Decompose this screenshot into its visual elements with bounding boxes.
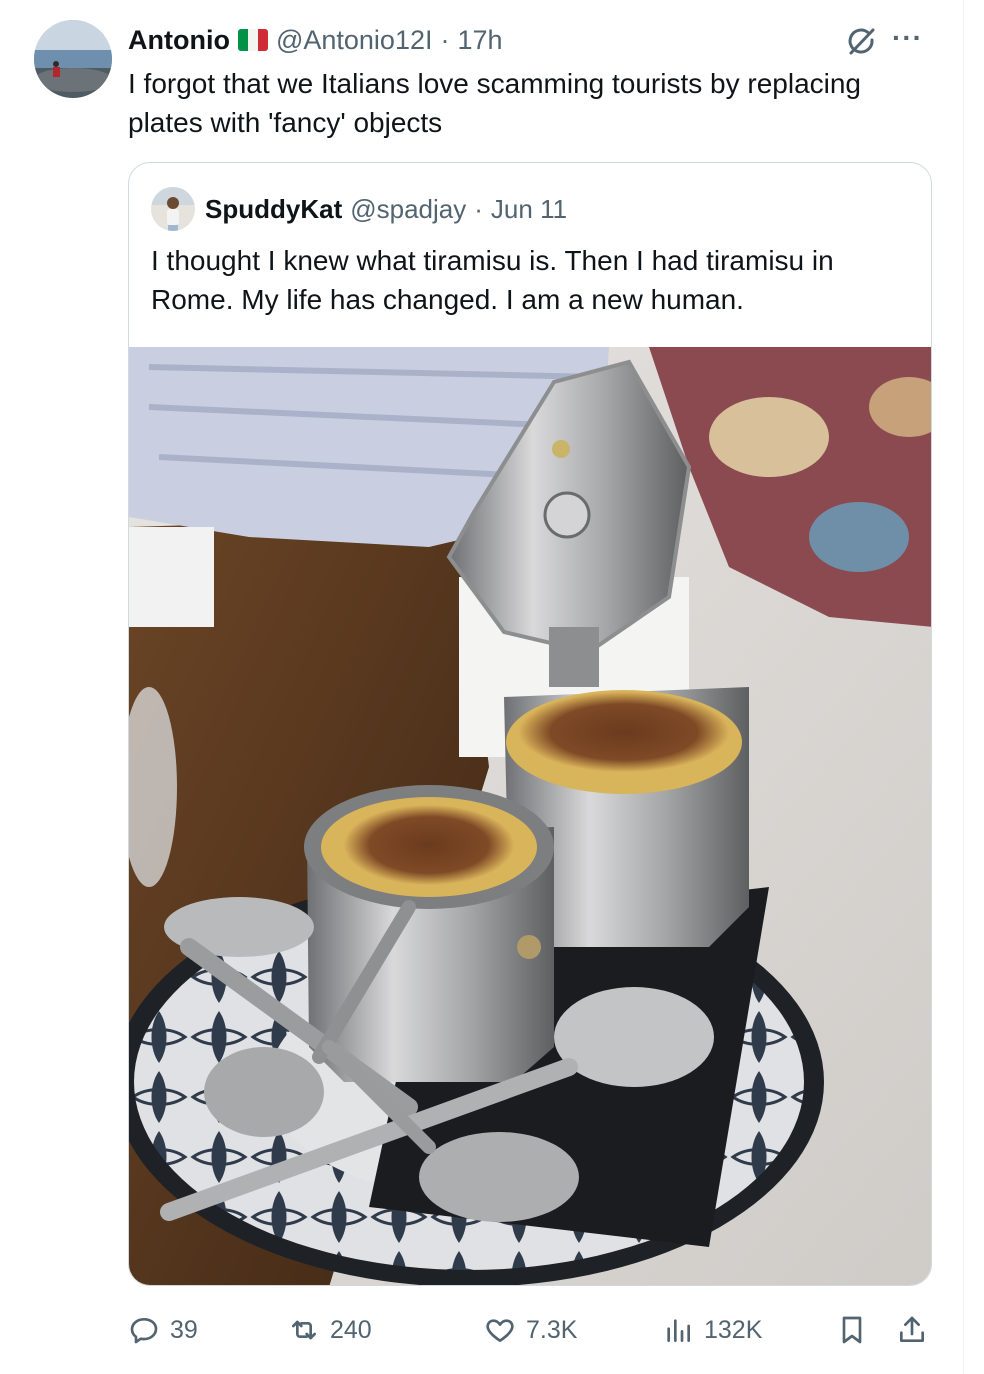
quoted-author-display-name[interactable]: SpuddyKat bbox=[205, 194, 342, 225]
share-icon bbox=[900, 1316, 924, 1342]
quoted-author-handle[interactable]: @spadjay bbox=[350, 194, 466, 225]
tweet-header: Antonio @Antonio12I · 17h bbox=[128, 22, 503, 58]
retweet-count: 240 bbox=[330, 1315, 372, 1344]
tweet[interactable]: Antonio @Antonio12I · 17h ··· I forgot t… bbox=[0, 0, 964, 1374]
tweet-actions: 39 240 7.3K 132K bbox=[128, 1308, 938, 1352]
share-button[interactable] bbox=[896, 1308, 928, 1352]
quoted-tweet-text: I thought I knew what tiramisu is. Then … bbox=[151, 245, 834, 315]
views-button[interactable]: 132K bbox=[662, 1308, 762, 1352]
like-icon bbox=[486, 1319, 514, 1342]
bookmark-icon bbox=[842, 1316, 862, 1344]
reply-icon bbox=[130, 1318, 158, 1344]
like-count: 7.3K bbox=[526, 1315, 578, 1344]
reply-count: 39 bbox=[170, 1315, 198, 1344]
tweet-text: I forgot that we Italians love scamming … bbox=[128, 68, 862, 138]
quoted-tweet[interactable]: SpuddyKat @spadjay · Jun 11 I thought I … bbox=[128, 162, 932, 1286]
separator-dot: · bbox=[440, 24, 450, 55]
views-icon bbox=[667, 1319, 690, 1342]
retweet-icon bbox=[292, 1320, 316, 1340]
separator-dot: · bbox=[474, 193, 483, 224]
italy-flag-icon bbox=[237, 29, 268, 51]
author-display-name[interactable]: Antonio bbox=[128, 25, 230, 56]
author-avatar[interactable] bbox=[34, 20, 112, 98]
quoted-tweet-header: SpuddyKat @spadjay · Jun 11 bbox=[205, 191, 567, 227]
tiramisu-moka-pot-photo[interactable] bbox=[129, 347, 931, 1285]
reply-button[interactable]: 39 bbox=[128, 1308, 198, 1352]
tweet-timestamp[interactable]: 17h bbox=[457, 25, 502, 56]
quoted-tweet-timestamp[interactable]: Jun 11 bbox=[491, 194, 567, 225]
author-handle[interactable]: @Antonio12I bbox=[276, 25, 433, 56]
bookmark-button[interactable] bbox=[836, 1308, 868, 1352]
quoted-author-avatar[interactable] bbox=[151, 187, 195, 231]
retweet-button[interactable]: 240 bbox=[288, 1308, 372, 1352]
more-icon[interactable]: ··· bbox=[892, 24, 932, 56]
views-count: 132K bbox=[704, 1315, 763, 1344]
like-button[interactable]: 7.3K bbox=[484, 1308, 577, 1352]
grok-icon[interactable] bbox=[843, 24, 879, 60]
